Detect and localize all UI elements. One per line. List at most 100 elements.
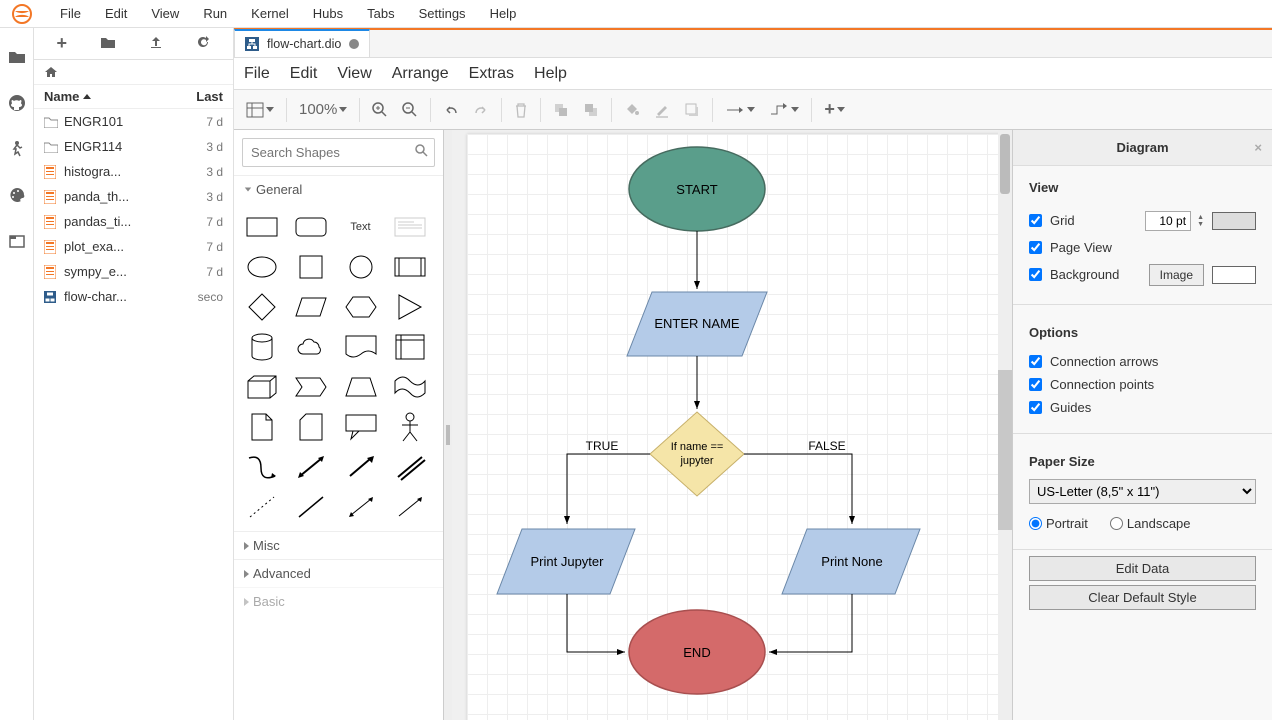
shape-link[interactable] (392, 453, 428, 481)
menu-run[interactable]: Run (191, 2, 239, 25)
menu-tabs[interactable]: Tabs (355, 2, 406, 25)
new-folder-icon[interactable] (100, 35, 116, 53)
shape-process[interactable] (392, 253, 428, 281)
file-row[interactable]: histogra...3 d (34, 159, 233, 184)
shape-circle[interactable] (343, 253, 379, 281)
shape-actor[interactable] (392, 413, 428, 441)
canvas-scrollbar[interactable] (998, 130, 1012, 720)
to-front-icon[interactable] (547, 98, 575, 122)
tab-flowchart[interactable]: flow-chart.dio (234, 29, 370, 57)
dio-menu-extras[interactable]: Extras (469, 65, 514, 83)
menu-edit[interactable]: Edit (93, 2, 139, 25)
unsaved-indicator-icon[interactable] (349, 39, 359, 49)
landscape-radio[interactable]: Landscape (1110, 516, 1191, 531)
shape-text[interactable]: Text (343, 213, 379, 241)
shape-bidir-thin[interactable] (343, 493, 379, 521)
tabs-icon[interactable] (8, 232, 26, 250)
name-header[interactable]: Name (44, 89, 79, 104)
shape-textbox[interactable] (392, 213, 428, 241)
background-color-swatch[interactable] (1212, 266, 1256, 284)
connection-icon[interactable] (719, 100, 761, 120)
file-row[interactable]: ENGR1017 d (34, 109, 233, 134)
grid-size-input[interactable] (1145, 211, 1191, 231)
portrait-radio[interactable]: Portrait (1029, 516, 1088, 531)
fill-color-icon[interactable] (618, 98, 646, 122)
shape-card[interactable] (293, 413, 329, 441)
canvas[interactable]: START ENTER NAME If name == jupyter (467, 134, 1012, 720)
menu-hubs[interactable]: Hubs (301, 2, 355, 25)
view-dropdown[interactable] (240, 97, 280, 123)
shape-arrow[interactable] (343, 453, 379, 481)
dio-menu-edit[interactable]: Edit (290, 65, 318, 83)
shape-diamond[interactable] (244, 293, 280, 321)
search-input[interactable] (242, 138, 435, 167)
file-row[interactable]: pandas_ti...7 d (34, 209, 233, 234)
menu-settings[interactable]: Settings (407, 2, 478, 25)
section-misc[interactable]: Misc (234, 531, 443, 559)
shape-square[interactable] (293, 253, 329, 281)
sidebar-splitter[interactable] (444, 130, 452, 720)
zoom-out-icon[interactable] (396, 98, 424, 122)
paper-size-select[interactable]: US-Letter (8,5" x 11") (1029, 479, 1256, 504)
shape-cube[interactable] (244, 373, 280, 401)
shape-dashed[interactable] (244, 493, 280, 521)
delete-icon[interactable] (508, 98, 534, 122)
shape-triangle[interactable] (392, 293, 428, 321)
search-icon[interactable] (415, 144, 429, 161)
running-icon[interactable] (8, 140, 26, 158)
close-icon[interactable]: × (1254, 140, 1262, 155)
file-row[interactable]: sympy_e...7 d (34, 259, 233, 284)
background-checkbox[interactable]: Background (1029, 263, 1119, 286)
to-back-icon[interactable] (577, 98, 605, 122)
shape-cloud[interactable] (293, 333, 329, 361)
menu-file[interactable]: File (48, 2, 93, 25)
shape-step[interactable] (293, 373, 329, 401)
zoom-level[interactable]: 100% (293, 101, 353, 118)
shape-hexagon[interactable] (343, 293, 379, 321)
file-row[interactable]: flow-char...seco (34, 284, 233, 309)
line-color-icon[interactable] (648, 98, 676, 122)
shape-dir-thin[interactable] (392, 493, 428, 521)
breadcrumb[interactable] (34, 60, 233, 84)
folder-icon[interactable] (8, 48, 26, 66)
shape-line[interactable] (293, 493, 329, 521)
clear-style-button[interactable]: Clear Default Style (1029, 585, 1256, 610)
grid-color-swatch[interactable] (1212, 212, 1256, 230)
shape-tape[interactable] (392, 373, 428, 401)
shape-bidir-arrow[interactable] (293, 453, 329, 481)
conn-points-checkbox[interactable]: Connection points (1029, 373, 1256, 396)
pageview-checkbox[interactable]: Page View (1029, 236, 1256, 259)
dio-menu-file[interactable]: File (244, 65, 270, 83)
shape-document[interactable] (343, 333, 379, 361)
last-modified-header[interactable]: Last (183, 89, 223, 104)
shape-rounded-rect[interactable] (293, 213, 329, 241)
dio-menu-view[interactable]: View (337, 65, 371, 83)
file-row[interactable]: plot_exa...7 d (34, 234, 233, 259)
section-basic[interactable]: Basic (234, 587, 443, 615)
menu-help[interactable]: Help (478, 2, 529, 25)
node-decision[interactable] (650, 412, 744, 496)
menu-view[interactable]: View (139, 2, 191, 25)
zoom-in-icon[interactable] (366, 98, 394, 122)
shape-ellipse[interactable] (244, 253, 280, 281)
shape-parallelogram[interactable] (293, 293, 329, 321)
shape-cylinder[interactable] (244, 333, 280, 361)
shadow-icon[interactable] (678, 98, 706, 122)
dio-menu-arrange[interactable]: Arrange (392, 65, 449, 83)
github-icon[interactable] (8, 94, 26, 112)
refresh-icon[interactable] (196, 35, 210, 53)
shape-curve[interactable] (244, 453, 280, 481)
shape-internal-storage[interactable] (392, 333, 428, 361)
section-advanced[interactable]: Advanced (234, 559, 443, 587)
image-button[interactable]: Image (1149, 264, 1204, 286)
palette-icon[interactable] (8, 186, 26, 204)
waypoint-icon[interactable] (763, 99, 805, 121)
new-launcher-icon[interactable]: + (57, 33, 68, 54)
shape-trapezoid[interactable] (343, 373, 379, 401)
redo-icon[interactable] (467, 98, 495, 122)
shape-callout[interactable] (343, 413, 379, 441)
undo-icon[interactable] (437, 98, 465, 122)
conn-arrows-checkbox[interactable]: Connection arrows (1029, 350, 1256, 373)
guides-checkbox[interactable]: Guides (1029, 396, 1256, 419)
file-list-header[interactable]: Name Last (34, 84, 233, 109)
